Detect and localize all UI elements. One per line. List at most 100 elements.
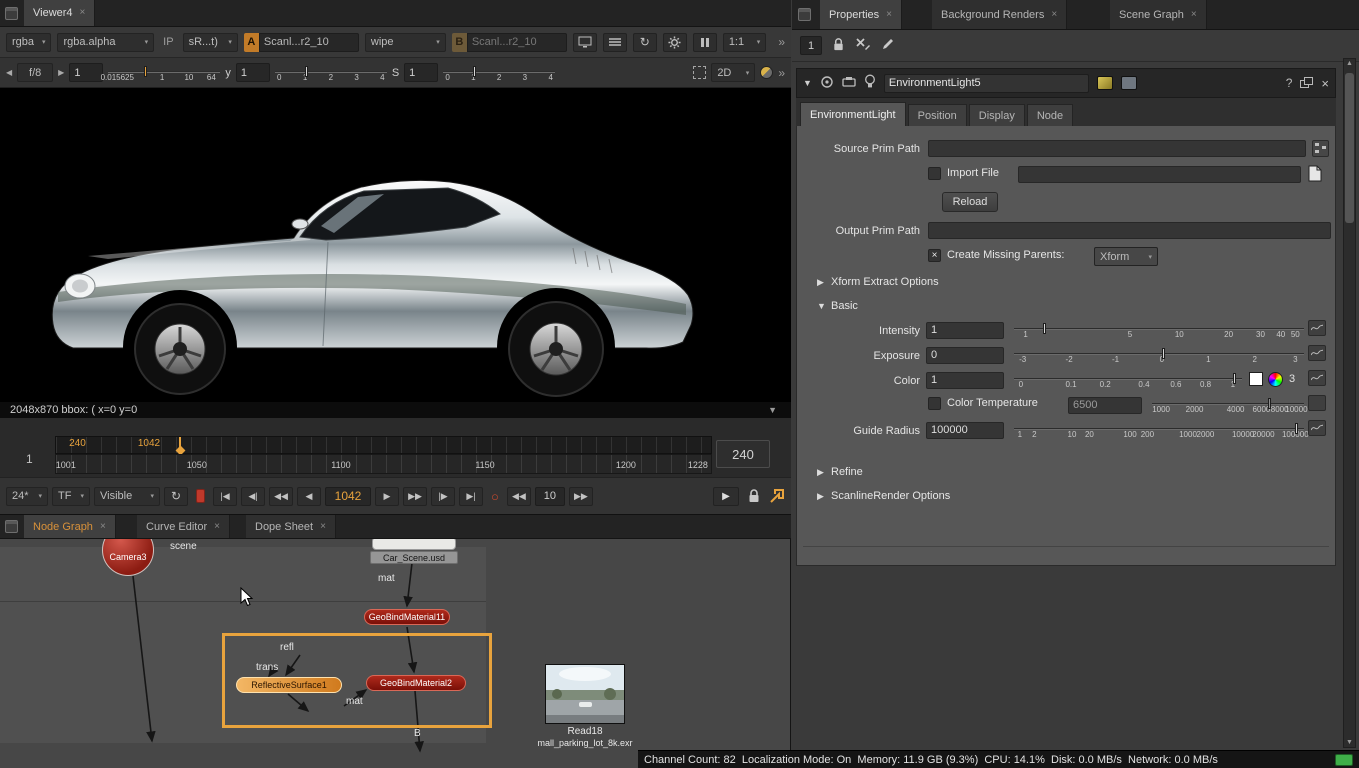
input-a-node[interactable]: Scanl...r2_10 (259, 33, 359, 52)
max-panels-field[interactable]: 1 (800, 36, 822, 55)
fstop-dropdown[interactable]: f/8 (17, 63, 53, 82)
viewer-viewport[interactable]: 2048x870 bbox: ( x=0 y=0 ▼ (0, 88, 791, 418)
views-dropdown[interactable]: Visible▾ (94, 487, 160, 506)
tab-properties[interactable]: Properties × (820, 0, 902, 29)
node-geobindmaterial11[interactable]: GeoBindMaterial11 (364, 609, 450, 625)
source-prim-path-field[interactable] (928, 140, 1306, 157)
intensity-field[interactable]: 1 (926, 322, 1004, 339)
flipbook-play-icon[interactable]: ▶ (713, 487, 739, 506)
exposure-field[interactable]: 0 (926, 347, 1004, 364)
color-temperature-curve-icon[interactable] (1308, 395, 1326, 411)
input-a-badge[interactable]: A (244, 33, 259, 52)
node-geobindmaterial2[interactable]: GeoBindMaterial2 (366, 675, 466, 691)
close-icon[interactable]: × (1191, 10, 1197, 20)
node-reflectivesurface1[interactable]: ReflectiveSurface1 (236, 677, 342, 693)
playback-indicator-icon[interactable]: ○ (491, 489, 499, 504)
goto-start-button[interactable]: |◀ (213, 487, 237, 506)
gamma-slider[interactable]: 0 1 2 3 4 (275, 63, 387, 83)
scrollbar-thumb[interactable] (1345, 73, 1354, 223)
lock-icon[interactable] (747, 488, 761, 504)
pause-icon[interactable] (693, 33, 717, 52)
slider-handle[interactable] (1268, 398, 1271, 409)
import-file-field[interactable] (1018, 166, 1301, 183)
nodegraph-canvas[interactable]: Camera3 scene Car_Scene.usd mat GeoBindM… (0, 539, 791, 768)
alpha-dropdown[interactable]: rgba.alpha▾ (57, 33, 154, 52)
gamut-icon[interactable] (760, 66, 773, 79)
viewer-process-dropdown[interactable]: sR...t)▾ (183, 33, 238, 52)
gamma-input[interactable]: 1 (236, 63, 270, 82)
input-b-badge[interactable]: B (452, 33, 467, 52)
goto-end-button[interactable]: ▶| (459, 487, 483, 506)
tab-viewer4[interactable]: Viewer4 × (24, 0, 95, 26)
gain-slider[interactable]: 0.015625 1 10 64 (108, 63, 220, 83)
slider-handle[interactable] (1162, 348, 1165, 359)
close-icon[interactable]: × (214, 522, 220, 532)
node-gl-color-chip[interactable] (1121, 76, 1137, 90)
pencil-icon[interactable] (881, 37, 895, 54)
zoom-dropdown[interactable]: 1:1▾ (723, 33, 767, 52)
light-bulb-icon[interactable] (864, 74, 876, 92)
node-color-chip[interactable] (1097, 76, 1113, 90)
panel-menu-icon[interactable] (5, 7, 18, 20)
panel-menu-icon[interactable] (798, 8, 811, 21)
clear-panels-icon[interactable] (855, 37, 871, 54)
input-process-toggle[interactable]: IP (160, 36, 176, 48)
close-icon[interactable]: × (320, 522, 326, 532)
close-icon[interactable]: × (100, 522, 106, 532)
saturation-input[interactable]: 1 (404, 63, 438, 82)
tab-scene-graph[interactable]: Scene Graph × (1110, 0, 1207, 29)
current-frame-field[interactable]: 1042 (325, 487, 371, 506)
toolbar-overflow-icon[interactable]: » (778, 66, 785, 80)
file-browse-icon[interactable] (1308, 165, 1322, 185)
help-icon[interactable]: ? (1286, 76, 1293, 90)
slider-handle[interactable] (473, 66, 476, 77)
node-name-field[interactable]: EnvironmentLight5 (884, 74, 1089, 93)
timeline-range-dropdown[interactable]: TF▾ (52, 487, 90, 506)
scroll-up-icon[interactable]: ▲ (1344, 60, 1355, 67)
collapse-node-icon[interactable]: ▼ (803, 78, 812, 88)
reload-button[interactable]: Reload (942, 192, 998, 212)
info-collapse-icon[interactable]: ▼ (768, 405, 777, 415)
close-icon[interactable]: × (886, 10, 892, 20)
snapshot-icon[interactable] (842, 76, 856, 91)
fps-dropdown[interactable]: 24*▾ (6, 487, 48, 506)
color-slider[interactable]: 0 0.1 0.2 0.4 0.6 0.8 1 (1014, 370, 1242, 390)
slider-handle[interactable] (305, 66, 308, 77)
color-curve-icon[interactable] (1308, 370, 1326, 386)
exposure-slider[interactable]: -3 -2 -1 0 1 2 3 (1014, 345, 1304, 365)
gain-input[interactable]: 1 (69, 63, 103, 82)
layer-dropdown[interactable]: rgba▾ (6, 33, 51, 52)
color-field[interactable]: 1 (926, 372, 1004, 389)
color-temperature-field[interactable]: 6500 (1068, 397, 1142, 414)
roi-marquee-icon[interactable] (693, 66, 706, 79)
close-node-panel-icon[interactable]: × (1321, 76, 1329, 91)
fstop-next-icon[interactable]: ▶ (58, 68, 64, 77)
slider-handle[interactable] (1233, 373, 1236, 384)
node-read18[interactable] (545, 664, 625, 724)
scroll-down-icon[interactable]: ▼ (1344, 739, 1355, 746)
xform-dropdown[interactable]: Xform▾ (1094, 247, 1158, 266)
wipe-dropdown[interactable]: wipe▾ (365, 33, 446, 52)
close-icon[interactable]: × (1051, 10, 1057, 20)
play-forward-fast-button[interactable]: ▶▶ (403, 487, 427, 506)
timeline-ruler[interactable]: 1001 1050 1100 1150 1200 1228 (55, 454, 712, 474)
tab-environmentlight[interactable]: EnvironmentLight (800, 102, 906, 126)
basic-group[interactable]: ▼Basic (817, 300, 858, 312)
float-panel-icon[interactable] (1300, 77, 1313, 89)
center-node-icon[interactable] (820, 75, 834, 92)
tab-display[interactable]: Display (969, 104, 1025, 126)
close-icon[interactable]: × (80, 8, 86, 18)
view-mode-dropdown[interactable]: 2D▾ (711, 63, 755, 82)
layer-list-icon[interactable] (603, 33, 627, 52)
saturation-slider[interactable]: 0 1 2 3 4 (443, 63, 555, 83)
tab-node-graph[interactable]: Node Graph × (24, 515, 116, 538)
monitor-out-icon[interactable] (573, 33, 597, 52)
tab-position[interactable]: Position (908, 104, 967, 126)
scenegraph-picker-icon[interactable] (1312, 140, 1329, 157)
prev-keyframe-button[interactable]: ◀| (241, 487, 265, 506)
panel-menu-icon[interactable] (5, 520, 18, 533)
color-temperature-checkbox[interactable] (928, 397, 941, 410)
play-forward-button[interactable]: ▶ (375, 487, 399, 506)
properties-scrollbar[interactable]: ▲ ▼ (1343, 58, 1356, 748)
play-backward-button[interactable]: ◀ (297, 487, 321, 506)
